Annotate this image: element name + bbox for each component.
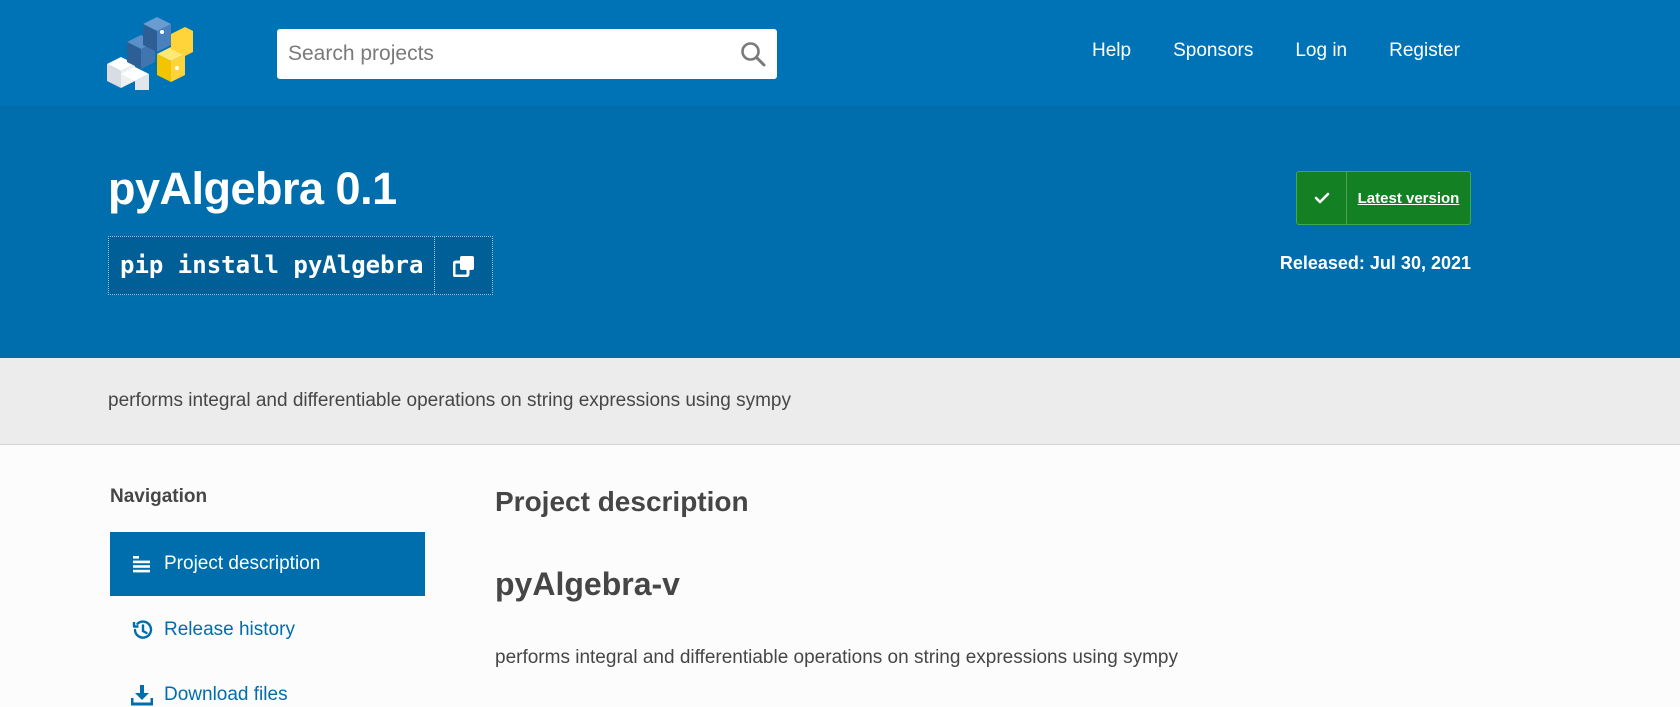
sidebar-item-release-history[interactable]: Release history bbox=[110, 598, 425, 662]
nav-help-link[interactable]: Help bbox=[1092, 40, 1131, 62]
sidebar-heading: Navigation bbox=[110, 486, 208, 507]
align-left-icon bbox=[130, 552, 154, 576]
check-icon bbox=[1297, 172, 1347, 224]
search-input[interactable] bbox=[277, 29, 777, 79]
sidebar-item-label: Download files bbox=[164, 684, 288, 705]
sidebar-item-label: Release history bbox=[164, 619, 295, 640]
history-icon bbox=[130, 618, 154, 642]
package-header: pyAlgebra 0.1 pip install pyAlgebra Late… bbox=[0, 107, 1680, 358]
nav-sponsors-link[interactable]: Sponsors bbox=[1173, 40, 1253, 62]
readme-heading: pyAlgebra-v bbox=[495, 566, 680, 602]
sidebar-item-label: Project description bbox=[164, 553, 321, 574]
section-heading: Project description bbox=[495, 486, 749, 517]
package-title: pyAlgebra 0.1 bbox=[108, 163, 397, 214]
nav-login-link[interactable]: Log in bbox=[1295, 40, 1347, 62]
copy-button[interactable] bbox=[435, 237, 492, 294]
sidebar-item-project-description[interactable]: Project description bbox=[110, 532, 425, 596]
sidebar-item-download-files[interactable]: Download files bbox=[110, 663, 425, 707]
pip-command[interactable]: pip install pyAlgebra bbox=[109, 237, 436, 294]
top-navigation-bar: Help Sponsors Log in Register bbox=[0, 0, 1680, 107]
search-icon[interactable] bbox=[740, 41, 766, 67]
package-summary-bar: performs integral and differentiable ope… bbox=[0, 358, 1680, 445]
nav-register-link[interactable]: Register bbox=[1389, 40, 1460, 62]
header-nav: Help Sponsors Log in Register bbox=[1092, 40, 1502, 62]
search-box bbox=[277, 29, 777, 79]
pypi-logo[interactable] bbox=[105, 14, 193, 90]
release-date: Released: Jul 30, 2021 bbox=[1279, 253, 1471, 273]
readme-paragraph: performs integral and differentiable ope… bbox=[495, 647, 1178, 668]
pip-command-box: pip install pyAlgebra bbox=[108, 236, 494, 295]
copy-icon bbox=[452, 255, 474, 277]
package-summary: performs integral and differentiable ope… bbox=[108, 390, 791, 411]
latest-version-label: Latest version bbox=[1357, 189, 1460, 207]
download-icon bbox=[130, 683, 154, 707]
latest-version-button[interactable]: Latest version bbox=[1296, 171, 1471, 225]
